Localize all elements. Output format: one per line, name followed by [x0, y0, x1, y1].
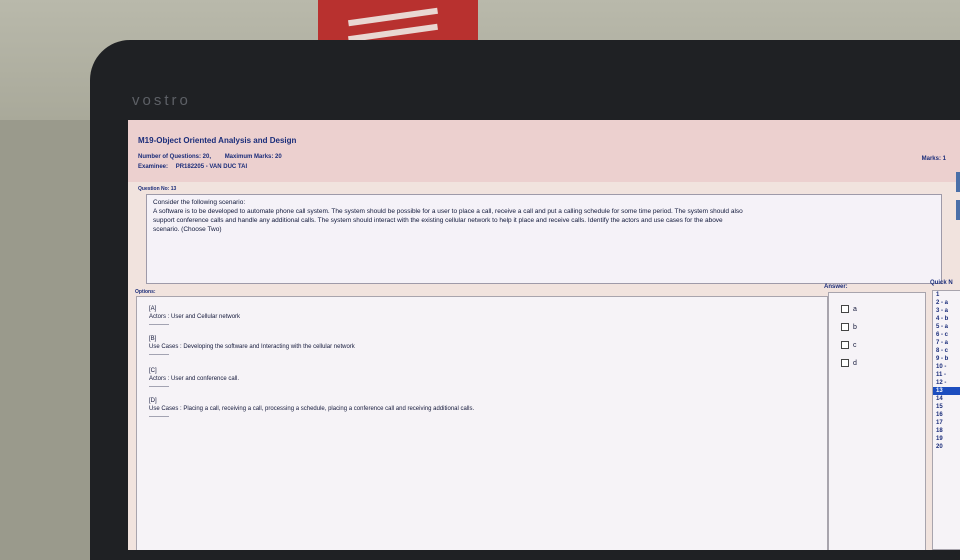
question-number: Question No: 13 — [138, 186, 177, 192]
quick-nav-item[interactable]: 3 - a — [933, 307, 960, 315]
examinee-value: PR182205 - VAN DUC TAI — [175, 164, 248, 170]
option-text: Actors : User and Cellular network — [149, 314, 241, 320]
quick-nav-item[interactable]: 19 — [933, 435, 960, 443]
quick-nav-item[interactable]: 16 — [933, 411, 960, 419]
course-title: M19-Object Oriented Analysis and Design — [138, 136, 297, 145]
options-box: Options: [A] Actors : User and Cellular … — [135, 289, 828, 550]
quick-nav-item[interactable]: 6 - c — [933, 331, 960, 339]
checkbox[interactable] — [841, 341, 849, 349]
quick-nav-item[interactable]: 18 — [933, 427, 960, 435]
option-separator: ---------- — [149, 352, 169, 358]
checkbox[interactable] — [841, 305, 849, 313]
option-c: [C] Actors : User and conference call. -… — [149, 367, 239, 391]
quick-nav-item[interactable]: 10 - — [933, 363, 960, 371]
quick-nav-item[interactable]: 9 - b — [933, 355, 960, 363]
question-line: scenario. (Choose Two) — [153, 226, 222, 233]
option-text: Use Cases : Developing the software and … — [149, 344, 355, 350]
quick-nav-list: 1 2 - a 3 - a 4 - b 5 - a 6 - c 7 - a 8 … — [932, 290, 960, 550]
quick-nav-item[interactable]: 5 - a — [933, 323, 960, 331]
exam-meta: Number of Questions: 20, Maximum Marks: … — [138, 154, 282, 160]
option-separator: ---------- — [149, 322, 169, 328]
option-key: [B] — [149, 336, 157, 342]
option-text: Use Cases : Placing a call, receiving a … — [149, 406, 475, 412]
exam-screen: M19-Object Oriented Analysis and Design … — [128, 120, 960, 550]
quick-nav-item[interactable]: 4 - b — [933, 315, 960, 323]
question-text-box: Consider the following scenario: A softw… — [146, 194, 942, 284]
option-text: Actors : User and conference call. — [149, 376, 240, 382]
examinee-label: Examinee: — [138, 164, 169, 170]
question-line: Consider the following scenario: — [153, 199, 246, 206]
quick-nav-item[interactable]: 12 - — [933, 379, 960, 387]
option-d: [D] Use Cases : Placing a call, receivin… — [149, 397, 474, 421]
quick-nav-item[interactable]: 15 — [933, 403, 960, 411]
num-questions: Number of Questions: 20, — [138, 154, 212, 160]
quick-nav-item[interactable]: 14 — [933, 395, 960, 403]
quick-nav-item[interactable]: 2 - a — [933, 299, 960, 307]
options-label: Options: — [135, 289, 156, 295]
quick-nav-item[interactable]: 8 - c — [933, 347, 960, 355]
quick-nav-item-selected[interactable]: 13 — [933, 387, 960, 395]
option-separator: ---------- — [149, 384, 169, 390]
answer-choice-a[interactable]: a — [841, 305, 857, 313]
quick-nav-item[interactable]: 7 - a — [933, 339, 960, 347]
checkbox[interactable] — [841, 359, 849, 367]
examinee: Examinee: PR182205 - VAN DUC TAI — [138, 164, 247, 170]
option-b: [B] Use Cases : Developing the software … — [149, 335, 355, 359]
option-key: [A] — [149, 306, 157, 312]
quick-nav-label: Quick N — [930, 280, 953, 286]
option-a: [A] Actors : User and Cellular network -… — [149, 305, 240, 329]
option-key: [D] — [149, 398, 157, 404]
question-marks: Marks: 1 — [921, 156, 946, 162]
option-separator: ---------- — [149, 414, 169, 420]
exam-header: M19-Object Oriented Analysis and Design … — [128, 120, 960, 182]
next-button[interactable] — [956, 172, 960, 192]
quick-nav-item[interactable]: 1 — [933, 291, 960, 299]
question-line: A software is to be developed to automat… — [153, 208, 743, 215]
answer-box: a b c d — [828, 292, 926, 550]
prev-button[interactable] — [956, 200, 960, 220]
question-line: support conference calls and handle any … — [153, 217, 723, 224]
answer-choice-b[interactable]: b — [841, 323, 857, 331]
answer-choice-d[interactable]: d — [841, 359, 857, 367]
option-key: [C] — [149, 368, 157, 374]
laptop-brand-logo: vostro — [132, 92, 191, 109]
max-marks: Maximum Marks: 20 — [224, 154, 282, 160]
quick-nav-item[interactable]: 17 — [933, 419, 960, 427]
answer-choice-c[interactable]: c — [841, 341, 857, 349]
checkbox[interactable] — [841, 323, 849, 331]
quick-nav-item[interactable]: 11 - — [933, 371, 960, 379]
answer-label: Answer: — [824, 284, 848, 290]
quick-nav-item[interactable]: 20 — [933, 443, 960, 451]
